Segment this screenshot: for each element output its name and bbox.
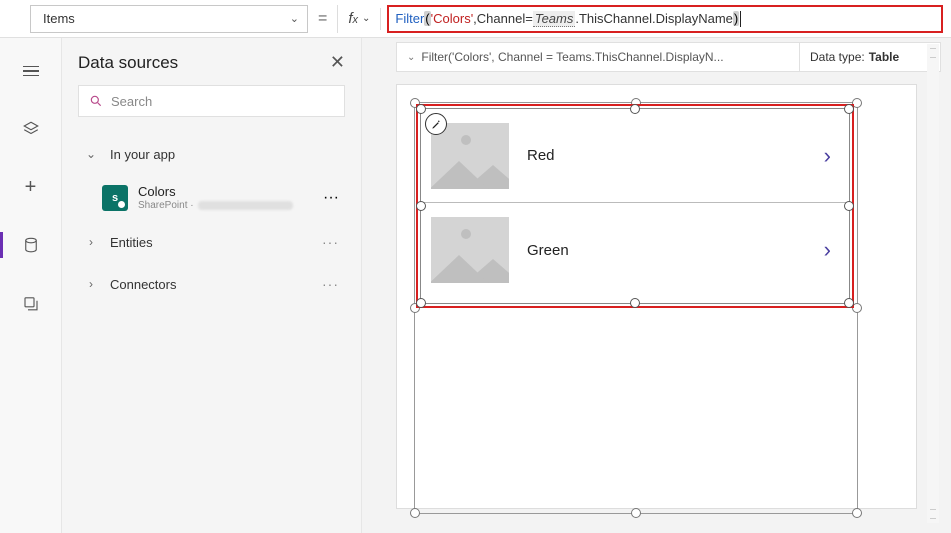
redacted-text [198, 201, 293, 210]
gallery-item[interactable]: Green › [421, 203, 849, 297]
formula-token-string: 'Colors' [431, 11, 474, 26]
resize-handle[interactable] [630, 104, 640, 114]
more-options-button[interactable]: ··· [323, 189, 339, 207]
search-icon [89, 94, 103, 108]
chevron-down-icon: ⌄ [407, 52, 415, 63]
pencil-icon [431, 119, 442, 130]
formula-token-path: .ThisChannel.DisplayName [575, 11, 733, 26]
chevron-down-icon: ⌄ [84, 147, 98, 161]
chevron-down-icon: ⌄ [362, 13, 370, 24]
database-icon [22, 236, 40, 254]
datasource-name: Colors [138, 184, 293, 200]
chevron-down-icon: ⌄ [290, 12, 299, 25]
datatype-indicator: Data type: Table [800, 43, 940, 71]
formula-input[interactable]: Filter('Colors', Channel = Teams.ThisCha… [387, 5, 943, 33]
gallery-item-title: Green [527, 242, 806, 259]
datasource-item-colors[interactable]: s Colors SharePoint · ··· [78, 175, 345, 221]
gallery-item-title: Red [527, 147, 806, 164]
property-name: Items [43, 11, 75, 26]
panel-title: Data sources [78, 53, 178, 73]
chevron-right-icon: › [84, 277, 98, 291]
image-placeholder-icon [431, 217, 509, 283]
formula-result-bar: ⌄ Filter('Colors', Channel = Teams.ThisC… [396, 42, 941, 72]
edit-template-button[interactable] [425, 113, 447, 135]
chevron-right-icon[interactable]: › [824, 143, 831, 169]
media-icon [22, 294, 40, 312]
layers-icon [22, 120, 40, 138]
sharepoint-icon: s [102, 185, 128, 211]
main-area: + Data sources ✕ Search ⌄In your app s [0, 38, 951, 533]
resize-handle[interactable] [844, 104, 854, 114]
close-icon: ✕ [330, 52, 345, 72]
resize-handle[interactable] [630, 298, 640, 308]
equals-label: = [318, 10, 327, 28]
divider [380, 8, 381, 30]
chevron-right-icon[interactable]: › [824, 237, 831, 263]
property-bar: Items ⌄ = fx ⌄ Filter('Colors', Channel … [0, 0, 951, 38]
more-options-button[interactable]: ··· [322, 276, 339, 292]
fx-button[interactable]: fx ⌄ [337, 5, 374, 33]
rail-tree-view[interactable] [11, 112, 51, 146]
rail-insert[interactable]: + [11, 170, 51, 204]
panel-close-button[interactable]: ✕ [330, 52, 345, 73]
resize-handle[interactable] [416, 298, 426, 308]
data-sources-panel: Data sources ✕ Search ⌄In your app s Col… [62, 38, 362, 533]
search-placeholder: Search [111, 94, 152, 109]
left-rail: + [0, 38, 62, 533]
resize-handle[interactable] [844, 201, 854, 211]
resize-handle[interactable] [631, 508, 641, 518]
canvas[interactable]: Red › Green › [362, 38, 951, 533]
gallery-control[interactable]: Red › Green › [420, 108, 850, 304]
plus-icon: + [25, 176, 37, 199]
vertical-scrollbar[interactable] [927, 44, 939, 523]
formula-token-paren: ) [733, 11, 739, 26]
gallery-item[interactable]: Red › [421, 109, 849, 203]
hamburger-icon [23, 66, 39, 77]
formula-token-function: Filter [395, 11, 424, 26]
section-connectors[interactable]: ›Connectors ··· [78, 263, 345, 305]
resize-handle[interactable] [852, 508, 862, 518]
rail-data[interactable] [11, 228, 51, 262]
formula-bar: fx ⌄ Filter('Colors', Channel = Teams.Th… [337, 5, 951, 33]
chevron-right-icon: › [84, 235, 98, 249]
gallery-highlight: Red › Green › [416, 104, 854, 308]
more-options-button[interactable]: ··· [322, 234, 339, 250]
fx-icon: fx [348, 10, 358, 27]
breadcrumb-text: Filter('Colors', Channel = Teams.ThisCha… [421, 50, 723, 64]
section-entities[interactable]: ›Entities ··· [78, 221, 345, 263]
rail-menu-toggle[interactable] [11, 54, 51, 88]
property-selector[interactable]: Items ⌄ [30, 5, 308, 33]
resize-handle[interactable] [416, 201, 426, 211]
section-in-your-app[interactable]: ⌄In your app [78, 133, 345, 175]
resize-handle[interactable] [844, 298, 854, 308]
formula-breadcrumb[interactable]: ⌄ Filter('Colors', Channel = Teams.ThisC… [397, 43, 800, 71]
formula-token-namespace: Teams [533, 11, 576, 27]
formula-token-field: Channel [477, 11, 525, 26]
resize-handle[interactable] [410, 508, 420, 518]
text-cursor [740, 11, 741, 27]
resize-handle[interactable] [416, 104, 426, 114]
search-input[interactable]: Search [78, 85, 345, 117]
datasource-subtype: SharePoint · [138, 200, 293, 212]
rail-media[interactable] [11, 286, 51, 320]
